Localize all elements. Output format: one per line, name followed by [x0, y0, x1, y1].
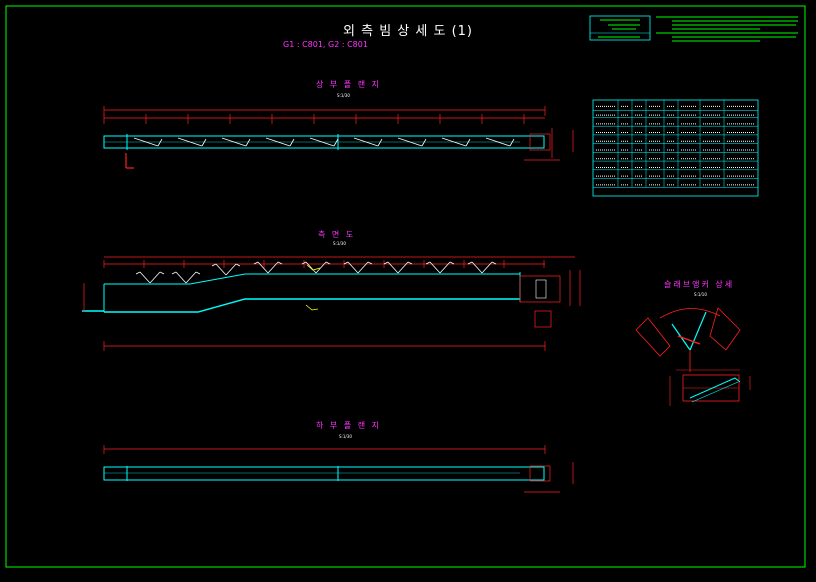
top-flange-scale: S:1/30	[337, 93, 350, 98]
side-elevation	[82, 256, 581, 351]
anchor-line	[171, 271, 177, 275]
anchor-line	[289, 138, 295, 147]
anchor-line	[509, 138, 515, 147]
anchor-line	[139, 271, 151, 284]
anchor-line	[157, 138, 163, 147]
anchor-line	[149, 271, 161, 284]
drawing-title: 외 측 빔 상 세 도 (1)	[343, 24, 473, 39]
drawing-subtitle: G1 : C801, G2 : C801	[283, 40, 368, 49]
top-flange-title: 상 부 플 랜 지	[316, 80, 381, 89]
material-table	[592, 99, 759, 197]
anchor-line	[421, 138, 427, 147]
anchor-line	[195, 271, 201, 275]
anchor-line	[201, 138, 207, 147]
anchor-line	[333, 138, 339, 147]
bottom-flange-plan	[103, 445, 574, 493]
anchor-line	[185, 271, 197, 284]
bottom-flange-scale: S:1/30	[339, 434, 352, 439]
stud-detail-scale: S:1/10	[694, 292, 707, 297]
elevation-title: 측 면 도	[318, 230, 356, 239]
slab-anchor-detail	[635, 307, 751, 406]
anchor-line	[245, 138, 251, 147]
anchor-line	[135, 271, 141, 275]
bottom-flange-title: 하 부 플 랜 지	[316, 421, 381, 430]
cad-drawing-sheet: 외 측 빔 상 세 도 (1) G1 : C801, G2 : C801 상 부…	[0, 0, 816, 578]
anchor-line	[377, 138, 383, 147]
anchor-line	[465, 138, 471, 147]
stud-detail-title: 슬래브앵커 상세	[664, 280, 735, 289]
elevation-scale: S:1/30	[333, 241, 346, 246]
anchor-line	[175, 271, 187, 284]
anchor-line	[159, 271, 165, 275]
anchor-line	[215, 263, 227, 276]
anchor-line	[225, 263, 237, 276]
top-flange-plan	[103, 106, 574, 169]
